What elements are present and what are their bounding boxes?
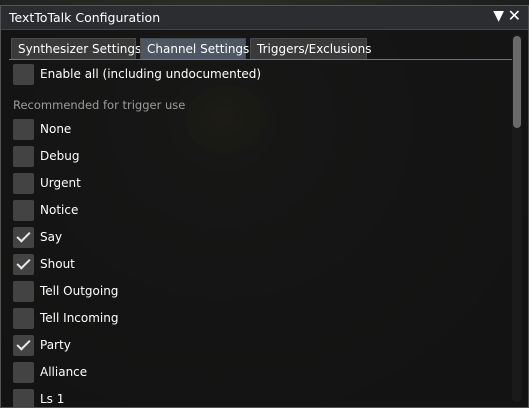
title-bar[interactable]: TextToTalk Configuration ▼ ✕ <box>1 6 528 30</box>
channel-checkbox[interactable] <box>13 119 34 140</box>
channel-label: Alliance <box>40 365 88 379</box>
channel-checkbox[interactable] <box>13 335 34 356</box>
section-label: Recommended for trigger use <box>13 98 186 112</box>
tab-synthesizer-settings[interactable]: Synthesizer Settings <box>11 38 141 59</box>
channel-checkbox[interactable] <box>13 200 34 221</box>
tab-triggers-exclusions[interactable]: Triggers/Exclusions <box>250 38 371 59</box>
channel-label: Shout <box>40 257 75 271</box>
enable-all-checkbox[interactable] <box>13 64 34 85</box>
channel-checkbox[interactable] <box>13 227 34 248</box>
channel-settings-panel: Enable all (including undocumented) Reco… <box>11 62 503 407</box>
channel-label: Tell Incoming <box>40 311 119 325</box>
tab-channel-settings[interactable]: Channel Settings <box>140 38 249 59</box>
channel-checkbox[interactable] <box>13 254 34 275</box>
scrollbar-thumb[interactable] <box>513 36 521 128</box>
channel-checkbox[interactable] <box>13 281 34 302</box>
scrollbar[interactable] <box>512 34 522 402</box>
enable-all-label: Enable all (including undocumented) <box>40 67 262 81</box>
channel-checkbox[interactable] <box>13 389 34 407</box>
channel-label: Notice <box>40 203 79 217</box>
tab-underline <box>9 59 512 60</box>
channel-label: Debug <box>40 149 80 163</box>
triangle-down-icon[interactable]: ▼ <box>493 8 504 24</box>
close-icon[interactable]: ✕ <box>508 6 521 25</box>
channel-label: Ls 1 <box>40 392 65 406</box>
channel-label: Urgent <box>40 176 81 190</box>
channel-label: None <box>40 122 72 136</box>
channel-label: Tell Outgoing <box>40 284 119 298</box>
channel-checkbox[interactable] <box>13 173 34 194</box>
channel-checkbox[interactable] <box>13 146 34 167</box>
window-title: TextToTalk Configuration <box>9 10 161 25</box>
channel-label: Say <box>40 230 63 244</box>
channel-checkbox[interactable] <box>13 308 34 329</box>
channel-label: Party <box>40 338 71 352</box>
channel-checkbox[interactable] <box>13 362 34 383</box>
config-window: TextToTalk Configuration ▼ ✕ Synthesizer… <box>0 5 529 408</box>
